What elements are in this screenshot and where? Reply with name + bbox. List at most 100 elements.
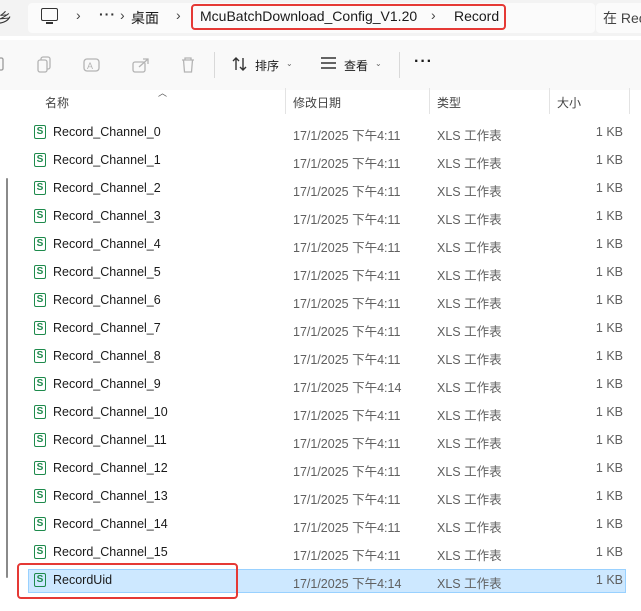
file-type: XLS 工作表 (437, 185, 502, 199)
file-type: XLS 工作表 (437, 129, 502, 143)
highlight-annotation-path (191, 4, 506, 30)
column-header-size[interactable]: 大小 (557, 94, 581, 111)
new-item-icon[interactable] (0, 56, 6, 72)
file-row[interactable]: S Record_Channel_11 17/1/2025 下午4:11 XLS 工作… (0, 427, 641, 455)
file-date: 17/1/2025 下午4:11 (293, 353, 401, 367)
address-bar-area: 乡 › ··· › 桌面 › McuBatchDownload_Config_V… (0, 0, 641, 36)
file-row[interactable]: S Record_Channel_12 17/1/2025 下午4:11 XLS 工作… (0, 455, 641, 483)
clipped-text: 乡 (0, 10, 12, 26)
column-header-type[interactable]: 类型 (437, 94, 461, 111)
file-name: Record_Channel_12 (53, 461, 168, 475)
file-name: Record_Channel_11 (53, 433, 167, 447)
file-name: Record_Channel_13 (53, 489, 168, 503)
file-date: 17/1/2025 下午4:11 (293, 213, 401, 227)
breadcrumb-overflow-button[interactable]: ··· (99, 6, 116, 22)
file-name: Record_Channel_5 (53, 265, 161, 279)
column-divider[interactable] (429, 88, 430, 114)
file-name: Record_Channel_8 (53, 349, 161, 363)
file-date: 17/1/2025 下午4:11 (293, 157, 401, 171)
chevron-right-icon[interactable]: › (176, 7, 181, 23)
file-name: Record_Channel_3 (53, 209, 161, 223)
file-row[interactable]: S Record_Channel_7 17/1/2025 下午4:11 XLS 工作表… (0, 315, 641, 343)
file-date: 17/1/2025 下午4:11 (293, 241, 401, 255)
file-date: 17/1/2025 下午4:11 (293, 437, 401, 451)
xls-file-icon: S (34, 321, 46, 335)
chevron-down-icon[interactable]: ⌄ (286, 59, 293, 68)
file-type: XLS 工作表 (437, 549, 502, 563)
file-row[interactable]: S Record_Channel_10 17/1/2025 下午4:11 XLS 工作… (0, 399, 641, 427)
file-size: 1 KB (595, 153, 623, 167)
file-size: 1 KB (595, 209, 623, 223)
file-name: Record_Channel_10 (53, 405, 168, 419)
file-size: 1 KB (595, 321, 623, 335)
file-name: Record_Channel_9 (53, 377, 161, 391)
file-name: Record_Channel_0 (53, 125, 161, 139)
sort-button[interactable]: 排序 (255, 57, 279, 74)
file-size: 1 KB (595, 377, 623, 391)
view-button[interactable]: 查看 (344, 57, 368, 74)
file-type: XLS 工作表 (437, 521, 502, 535)
file-date: 17/1/2025 下午4:11 (293, 549, 401, 563)
rename-icon[interactable]: A (83, 56, 101, 74)
file-name: Record_Channel_14 (53, 517, 168, 531)
copy-icon[interactable] (37, 56, 53, 74)
file-size: 1 KB (595, 573, 623, 587)
file-row[interactable]: S Record_Channel_5 17/1/2025 下午4:11 XLS 工作表… (0, 259, 641, 287)
file-date: 17/1/2025 下午4:14 (293, 577, 402, 591)
file-row[interactable]: S Record_Channel_13 17/1/2025 下午4:11 XLS 工作… (0, 483, 641, 511)
xls-file-icon: S (34, 545, 46, 559)
file-type: XLS 工作表 (437, 213, 502, 227)
this-pc-icon[interactable] (41, 8, 58, 24)
file-date: 17/1/2025 下午4:14 (293, 381, 402, 395)
xls-file-icon: S (34, 181, 46, 195)
xls-file-icon: S (34, 377, 46, 391)
file-date: 17/1/2025 下午4:11 (293, 409, 401, 423)
chevron-right-icon[interactable]: › (76, 7, 81, 23)
file-row[interactable]: S Record_Channel_1 17/1/2025 下午4:11 XLS 工作表… (0, 147, 641, 175)
column-header-name[interactable]: 名称 (45, 94, 69, 111)
file-size: 1 KB (595, 349, 623, 363)
file-name: Record_Channel_4 (53, 237, 161, 251)
delete-icon[interactable] (180, 56, 196, 74)
chevron-right-icon[interactable]: › (120, 7, 125, 23)
toolbar-divider (214, 52, 215, 78)
file-row[interactable]: S Record_Channel_0 17/1/2025 下午4:11 XLS 工作表… (0, 119, 641, 147)
file-date: 17/1/2025 下午4:11 (293, 269, 401, 283)
xls-file-icon: S (34, 461, 46, 475)
file-row[interactable]: S Record_Channel_8 17/1/2025 下午4:11 XLS 工作表… (0, 343, 641, 371)
breadcrumb-desktop[interactable]: 桌面 (131, 8, 159, 28)
xls-file-icon: S (34, 405, 46, 419)
file-row[interactable]: S Record_Channel_3 17/1/2025 下午4:11 XLS 工作表… (0, 203, 641, 231)
command-bar: A 排序 ⌄ 查看 ⌄ ··· (0, 40, 641, 90)
column-divider[interactable] (549, 88, 550, 114)
svg-text:A: A (87, 61, 93, 71)
file-row[interactable]: S Record_Channel_14 17/1/2025 下午4:11 XLS 工作… (0, 511, 641, 539)
file-type: XLS 工作表 (437, 325, 502, 339)
file-size: 1 KB (595, 181, 623, 195)
file-date: 17/1/2025 下午4:11 (293, 325, 401, 339)
file-row[interactable]: S Record_Channel_2 17/1/2025 下午4:11 XLS 工作表… (0, 175, 641, 203)
chevron-down-icon[interactable]: ⌄ (375, 59, 382, 68)
file-date: 17/1/2025 下午4:11 (293, 521, 401, 535)
file-date: 17/1/2025 下午4:11 (293, 185, 401, 199)
file-name: Record_Channel_7 (53, 321, 161, 335)
share-icon[interactable] (132, 56, 150, 74)
file-type: XLS 工作表 (437, 409, 502, 423)
column-divider[interactable] (629, 88, 630, 114)
search-placeholder: 在 Rec (603, 10, 641, 26)
file-size: 1 KB (595, 293, 623, 307)
column-divider[interactable] (285, 88, 286, 114)
xls-file-icon: S (34, 517, 46, 531)
file-row[interactable]: S Record_Channel_4 17/1/2025 下午4:11 XLS 工作表… (0, 231, 641, 259)
sort-icon[interactable] (232, 56, 248, 72)
file-row[interactable]: S Record_Channel_6 17/1/2025 下午4:11 XLS 工作表… (0, 287, 641, 315)
column-header-date[interactable]: 修改日期 (293, 94, 341, 111)
see-more-button[interactable]: ··· (414, 53, 433, 71)
file-type: XLS 工作表 (437, 577, 502, 591)
xls-file-icon: S (34, 125, 46, 139)
view-icon[interactable] (320, 56, 338, 70)
file-name: Record_Channel_1 (53, 153, 161, 167)
xls-file-icon: S (34, 237, 46, 251)
file-row[interactable]: S Record_Channel_9 17/1/2025 下午4:14 XLS 工作表… (0, 371, 641, 399)
file-size: 1 KB (595, 489, 623, 503)
